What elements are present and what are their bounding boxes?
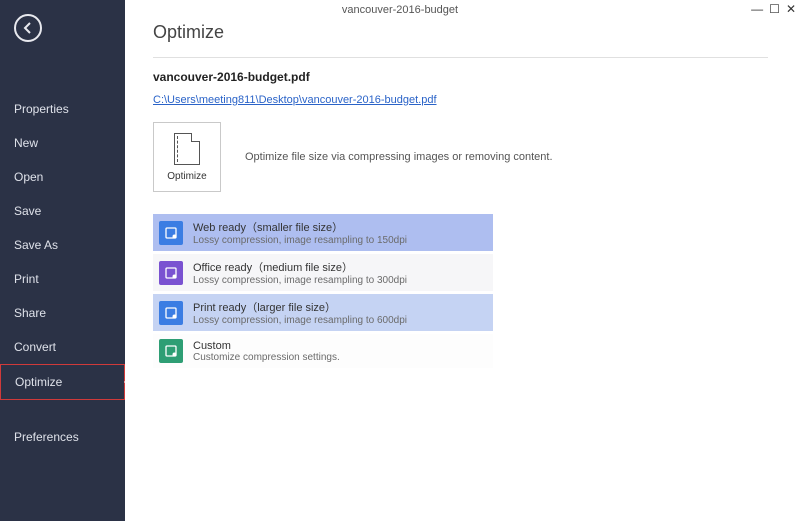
option-title: Custom bbox=[193, 340, 340, 352]
maximize-button[interactable]: ☐ bbox=[769, 2, 780, 16]
sidebar-item-print[interactable]: Print bbox=[0, 262, 125, 296]
option-title: Web ready（smaller file size） bbox=[193, 219, 407, 235]
sidebar-item-open[interactable]: Open bbox=[0, 160, 125, 194]
back-button[interactable] bbox=[14, 14, 42, 42]
sidebar-item-saveas[interactable]: Save As bbox=[0, 228, 125, 262]
close-button[interactable]: ✕ bbox=[786, 2, 796, 16]
divider bbox=[153, 57, 768, 58]
option-subtitle: Lossy compression, image resampling to 1… bbox=[193, 235, 407, 246]
window-controls: — ☐ ✕ bbox=[751, 2, 796, 16]
sidebar-item-new[interactable]: New bbox=[0, 126, 125, 160]
hero-row: Optimize Optimize file size via compress… bbox=[153, 122, 768, 192]
optimize-tile-label: Optimize bbox=[167, 171, 206, 182]
sidebar: Properties New Open Save Save As Print S… bbox=[0, 0, 125, 521]
option-custom[interactable]: Custom Customize compression settings. bbox=[153, 334, 493, 368]
option-subtitle: Customize compression settings. bbox=[193, 352, 340, 363]
file-path-link[interactable]: C:\Users\meeting811\Desktop\vancouver-20… bbox=[153, 94, 437, 106]
sidebar-item-convert[interactable]: Convert bbox=[0, 330, 125, 364]
sidebar-item-properties[interactable]: Properties bbox=[0, 92, 125, 126]
sidebar-item-preferences[interactable]: Preferences bbox=[0, 420, 125, 454]
option-subtitle: Lossy compression, image resampling to 3… bbox=[193, 275, 407, 286]
main-panel: Optimize vancouver-2016-budget.pdf C:\Us… bbox=[125, 0, 800, 521]
window-title: vancouver-2016-budget bbox=[342, 4, 458, 16]
optimize-options: Web ready（smaller file size） Lossy compr… bbox=[153, 214, 768, 368]
option-office-ready[interactable]: Office ready（medium file size） Lossy com… bbox=[153, 254, 493, 291]
app-window: vancouver-2016-budget — ☐ ✕ Properties N… bbox=[0, 0, 800, 521]
custom-icon bbox=[159, 339, 183, 363]
document-icon bbox=[174, 133, 200, 165]
optimize-tile[interactable]: Optimize bbox=[153, 122, 221, 192]
web-ready-icon bbox=[159, 221, 183, 245]
sidebar-item-save[interactable]: Save bbox=[0, 194, 125, 228]
option-title: Office ready（medium file size） bbox=[193, 259, 407, 275]
hero-description: Optimize file size via compressing image… bbox=[245, 151, 553, 163]
sidebar-item-optimize[interactable]: Optimize bbox=[0, 364, 125, 400]
option-title: Print ready（larger file size） bbox=[193, 299, 407, 315]
option-web-ready[interactable]: Web ready（smaller file size） Lossy compr… bbox=[153, 214, 493, 251]
print-ready-icon bbox=[159, 301, 183, 325]
option-subtitle: Lossy compression, image resampling to 6… bbox=[193, 315, 407, 326]
page-title: Optimize bbox=[153, 22, 768, 43]
sidebar-item-share[interactable]: Share bbox=[0, 296, 125, 330]
file-name: vancouver-2016-budget.pdf bbox=[153, 70, 768, 84]
option-print-ready[interactable]: Print ready（larger file size） Lossy comp… bbox=[153, 294, 493, 331]
chevron-left-icon bbox=[22, 22, 34, 34]
minimize-button[interactable]: — bbox=[751, 2, 763, 16]
caret-right-icon bbox=[124, 376, 130, 388]
sidebar-item-label: Optimize bbox=[15, 375, 62, 389]
office-ready-icon bbox=[159, 261, 183, 285]
